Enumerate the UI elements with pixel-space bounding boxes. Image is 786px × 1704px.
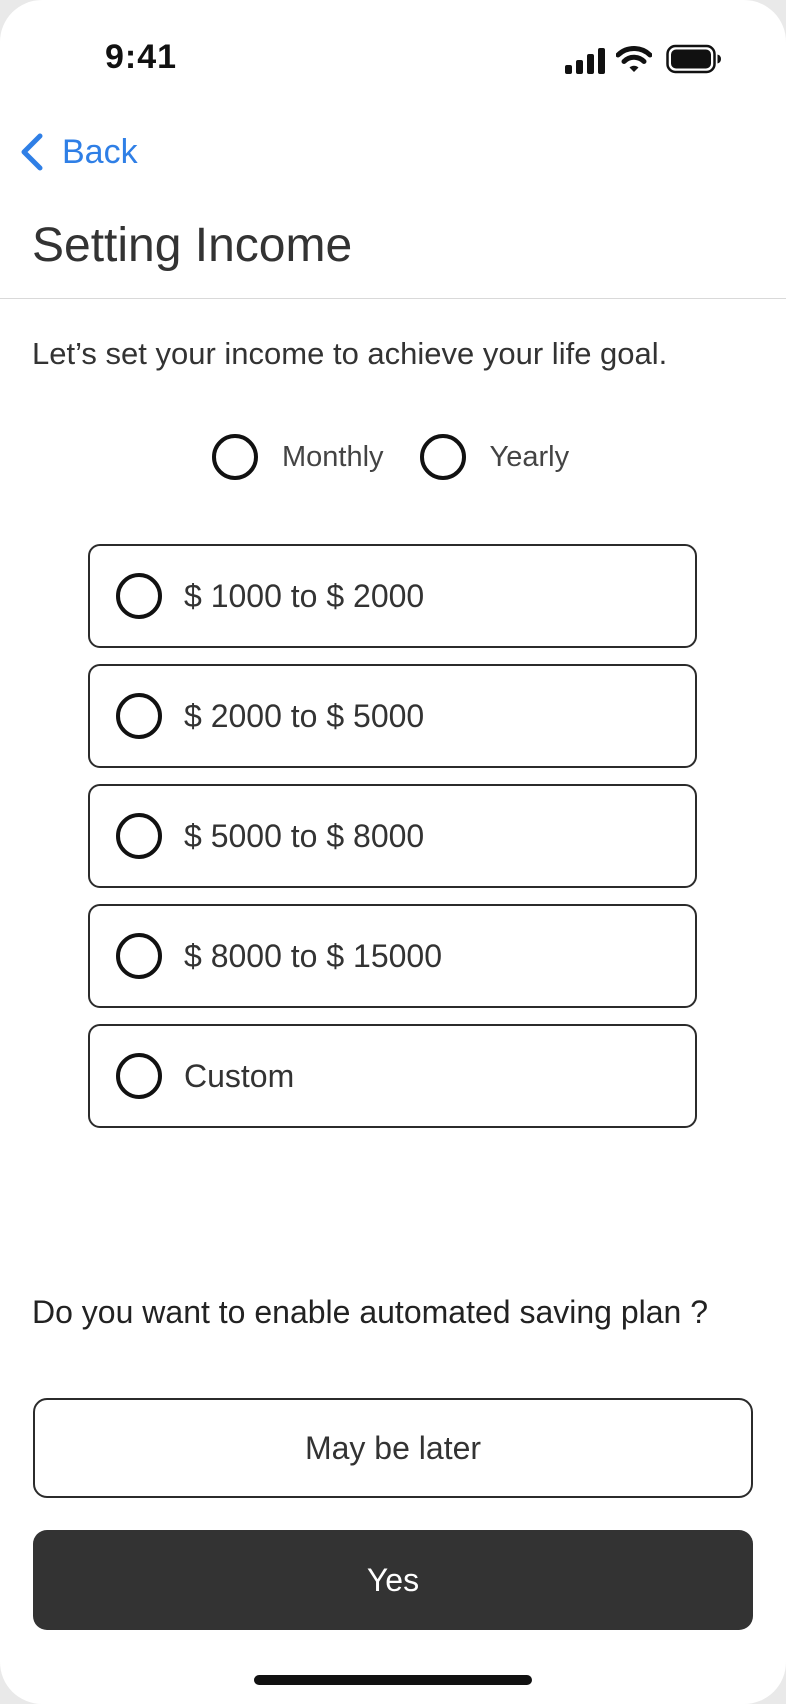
maybe-later-button[interactable]: May be later <box>33 1398 753 1498</box>
yes-button[interactable]: Yes <box>33 1530 753 1630</box>
saving-plan-question: Do you want to enable automated saving p… <box>32 1294 709 1330</box>
status-bar: 9:41 <box>0 0 786 110</box>
income-option-1000-2000[interactable]: $ 1000 to $ 2000 <box>88 544 697 648</box>
income-option-label: $ 2000 to $ 5000 <box>184 697 425 734</box>
income-option-2000-5000[interactable]: $ 2000 to $ 5000 <box>88 664 697 768</box>
income-option-label: Custom <box>184 1057 295 1094</box>
period-selector: Monthly Yearly <box>212 434 569 480</box>
period-option-yearly[interactable]: Yearly <box>419 434 570 480</box>
app-screen: 9:41 Back Setting Income Let’s set your … <box>0 0 786 1704</box>
radio-button[interactable] <box>212 434 258 480</box>
period-label-monthly: Monthly <box>282 440 384 473</box>
status-time: 9:41 <box>105 38 178 76</box>
income-range-list: $ 1000 to $ 2000 $ 2000 to $ 5000 $ 5000… <box>88 544 697 1144</box>
income-option-8000-15000[interactable]: $ 8000 to $ 15000 <box>88 904 697 1008</box>
radio-button[interactable] <box>116 693 162 739</box>
header-divider <box>0 298 786 299</box>
radio-button[interactable] <box>419 434 466 480</box>
wifi-icon <box>616 46 652 72</box>
intro-text: Let’s set your income to achieve your li… <box>32 336 668 371</box>
battery-icon <box>666 44 721 74</box>
radio-button[interactable] <box>116 573 162 619</box>
radio-button[interactable] <box>116 813 162 859</box>
income-option-custom[interactable]: Custom <box>88 1024 697 1128</box>
period-label-yearly: Yearly <box>489 440 570 473</box>
page-title: Setting Income <box>32 219 353 272</box>
back-label: Back <box>62 132 138 171</box>
income-option-label: $ 1000 to $ 2000 <box>184 577 425 614</box>
income-option-label: $ 5000 to $ 8000 <box>184 817 425 854</box>
radio-button[interactable] <box>116 1053 162 1099</box>
cellular-signal-icon <box>565 48 605 74</box>
home-indicator <box>254 1675 532 1685</box>
radio-button[interactable] <box>116 933 162 979</box>
back-button[interactable]: Back <box>18 130 138 174</box>
chevron-left-icon <box>21 133 43 171</box>
income-option-label: $ 8000 to $ 15000 <box>184 937 443 974</box>
income-option-5000-8000[interactable]: $ 5000 to $ 8000 <box>88 784 697 888</box>
period-option-monthly[interactable]: Monthly <box>212 434 384 480</box>
